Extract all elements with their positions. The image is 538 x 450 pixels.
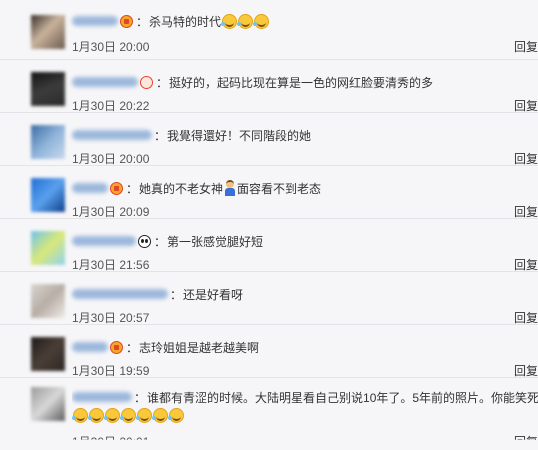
reply-button[interactable]: 回复: [514, 362, 538, 379]
comment-item: ： 第一张感觉腿好短 1月30日 21:56 回复: [0, 219, 538, 272]
avatar[interactable]: [31, 125, 65, 159]
comment-timestamp: 1月30日 20:00: [72, 40, 150, 54]
username-blurred[interactable]: [72, 392, 132, 402]
reply-button[interactable]: 回复: [514, 203, 538, 220]
comment-timestamp: 1月30日 20:57: [72, 311, 150, 325]
comment-item: ： 她真的不老女神 面容看不到老态 1月30日 20:09 回复: [0, 166, 538, 219]
comment-text: 志玲姐姐是越老越美啊: [139, 340, 260, 355]
comment-timestamp: 1月30日 20:00: [72, 152, 150, 166]
comment-text: 杀马特的时代: [149, 14, 222, 29]
comment-timestamp: 1月30日 20:22: [72, 99, 150, 113]
laugh-cry-emoji-icon: [72, 408, 88, 423]
vip-badge-icon: [110, 181, 123, 195]
laugh-cry-emoji-icon: [136, 408, 152, 423]
reply-button[interactable]: 回复: [514, 150, 538, 167]
comment-line: ： 挺好的，起码比现在算是一色的网红脸要清秀的多: [72, 72, 433, 92]
woman-emoji-icon: [225, 180, 236, 196]
avatar[interactable]: [31, 284, 65, 318]
laugh-cry-emoji-icon: [168, 408, 184, 423]
reply-button[interactable]: 回复: [514, 256, 538, 273]
fire-badge-icon: [140, 75, 153, 89]
comment-text: 谁都有青涩的时候。大陆明星看自己别说10年了。5年前的照片。你能笑死: [147, 390, 538, 405]
comment-timestamp: 1月30日 19:59: [72, 364, 150, 378]
comment-text: 我覺得還好！不同階段的她: [167, 128, 312, 143]
laugh-cry-emoji-icon: [104, 408, 120, 423]
username-blurred[interactable]: [72, 16, 118, 26]
comment-line: ： 杀马特的时代: [72, 11, 270, 31]
laugh-cry-emoji-icon: [253, 13, 270, 29]
avatar[interactable]: [31, 178, 65, 212]
username-blurred[interactable]: [72, 130, 152, 140]
comment-text-continued: 面容看不到老态: [237, 181, 322, 196]
comment-line: ： 还是好看呀: [72, 284, 243, 304]
comment-item: ： 杀马特的时代 1月30日 20:00 回复: [0, 0, 538, 60]
avatar[interactable]: [31, 15, 65, 49]
username-blurred[interactable]: [72, 236, 136, 246]
comment-line: ： 她真的不老女神 面容看不到老态: [72, 178, 321, 198]
avatar[interactable]: [31, 231, 65, 265]
comment-timestamp: 1月30日 20:09: [72, 205, 150, 219]
comment-line: ： 谁都有青涩的时候。大陆明星看自己别说10年了。5年前的照片。你能笑死: [72, 387, 538, 407]
reply-button[interactable]: 回复: [514, 309, 538, 326]
comment-item: ： 我覺得還好！不同階段的她 1月30日 20:00 回复: [0, 113, 538, 166]
comment-timestamp: 1月30日 21:56: [72, 258, 150, 272]
comment-item: ： 志玲姐姐是越老越美啊 1月30日 19:59 回复: [0, 325, 538, 378]
comment-line: ： 志玲姐姐是越老越美啊: [72, 337, 259, 357]
vip-badge-icon: [120, 14, 133, 28]
comment-item: ： 谁都有青涩的时候。大陆明星看自己别说10年了。5年前的照片。你能笑死 1月3…: [0, 378, 538, 448]
comment-item: ： 还是好看呀 1月30日 20:57 回复: [0, 272, 538, 325]
comment-text: 第一张感觉腿好短: [167, 234, 264, 249]
laugh-cry-emoji-icon: [221, 13, 238, 29]
comment-line: ： 我覺得還好！不同階段的她: [72, 125, 311, 145]
laugh-cry-emoji-icon: [152, 408, 168, 423]
comment-emoji-row: [72, 408, 184, 423]
laugh-cry-emoji-icon: [120, 408, 136, 423]
comment-text: 她真的不老女神: [139, 181, 224, 196]
comment-list: ： 杀马特的时代 1月30日 20:00 回复 ： 挺好的，起码比现在算是一色的…: [0, 0, 538, 448]
reply-button[interactable]: 回复: [514, 38, 538, 55]
username-blurred[interactable]: [72, 77, 138, 87]
comment-text: 挺好的，起码比现在算是一色的网红脸要清秀的多: [169, 75, 434, 90]
laugh-cry-emoji-icon: [88, 408, 104, 423]
username-blurred[interactable]: [72, 342, 108, 352]
laugh-cry-emoji-icon: [237, 13, 254, 29]
panda-badge-icon: [138, 234, 151, 248]
reply-button[interactable]: 回复: [514, 97, 538, 114]
comment-item: ： 挺好的，起码比现在算是一色的网红脸要清秀的多 1月30日 20:22 回复: [0, 60, 538, 113]
avatar[interactable]: [31, 387, 65, 421]
comment-line: ： 第一张感觉腿好短: [72, 231, 263, 251]
comment-text: 还是好看呀: [183, 287, 244, 302]
username-blurred[interactable]: [72, 183, 108, 193]
avatar[interactable]: [31, 337, 65, 371]
avatar[interactable]: [31, 72, 65, 106]
username-blurred[interactable]: [72, 289, 168, 299]
vip-badge-icon: [110, 340, 123, 354]
